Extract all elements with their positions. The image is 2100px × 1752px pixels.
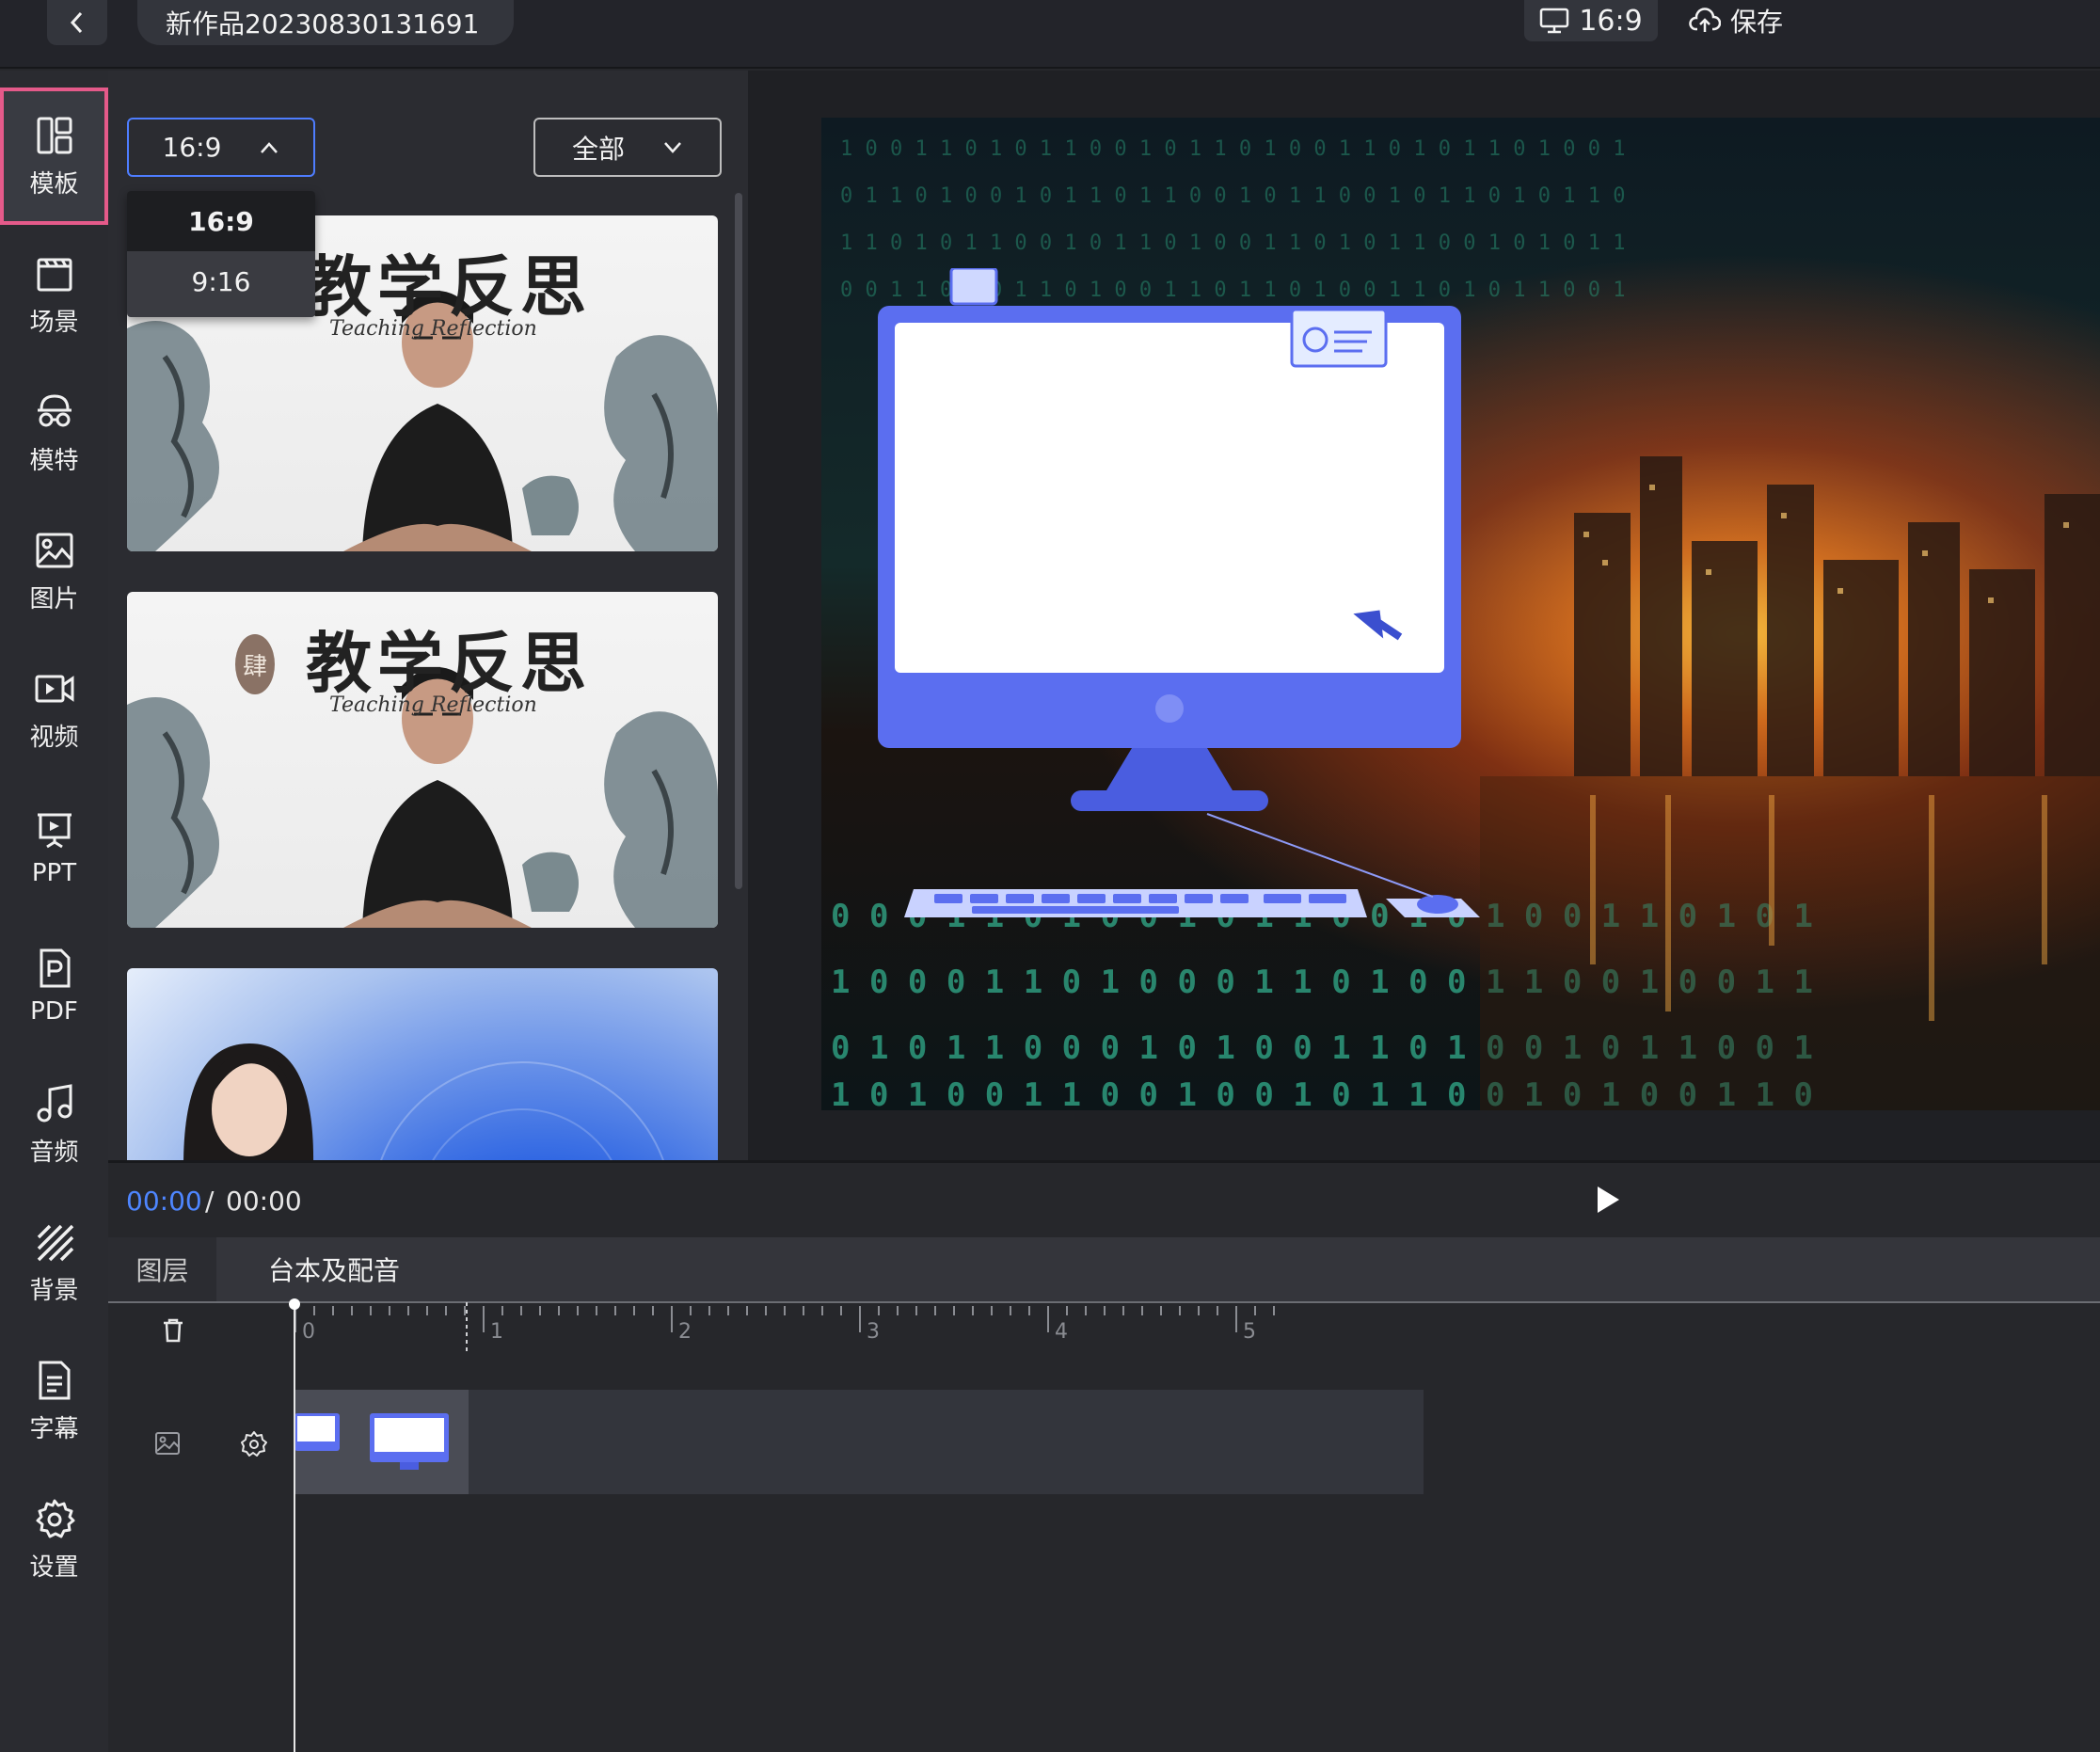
svg-text:1 1 0 1 0 1 1 0 0 1 0 1 1 0 1: 1 1 0 1 0 1 1 0 0 1 0 1 1 0 1 0 0 1 1 0 …	[840, 231, 1625, 255]
save-label: 保存	[1730, 7, 1784, 38]
chevron-down-icon	[664, 141, 681, 153]
sidebar-label: 模板	[29, 169, 79, 199]
chevron-up-icon	[261, 141, 278, 153]
timeline-ruler[interactable]: 0 1 2 3 4 5	[294, 1298, 1424, 1355]
template-seal: 肆	[235, 634, 275, 694]
ratio-select-value: 16:9	[162, 132, 222, 163]
sidebar-item-scene[interactable]: 场景	[0, 226, 108, 363]
image-icon	[155, 1432, 180, 1455]
clip-thumbnails	[294, 1413, 449, 1470]
layer-settings-button[interactable]	[239, 1428, 269, 1458]
sidebar-item-pdf[interactable]: PDF	[0, 917, 108, 1055]
sidebar-item-background[interactable]: 背景	[0, 1194, 108, 1331]
category-select[interactable]: 全部	[533, 118, 722, 177]
layer-type	[152, 1428, 183, 1458]
ruler-label: 3	[867, 1320, 880, 1344]
sidebar-label: 视频	[29, 723, 79, 752]
tab-script-voice[interactable]: 台本及配音	[240, 1237, 428, 1301]
tool-sidebar: 模板 场景 模特 图片 视频 PPT PDF 音频 背景 字幕 设置	[0, 71, 108, 1752]
clapper-icon	[37, 258, 72, 291]
pdf-icon	[40, 948, 70, 988]
timeline-body	[108, 1305, 2100, 1752]
settings-icon	[36, 1499, 74, 1537]
monitor-icon	[1540, 8, 1569, 34]
sidebar-label: 背景	[29, 1276, 79, 1305]
sidebar-label: PPT	[31, 859, 77, 887]
aspect-ratio-button[interactable]: 16:9	[1524, 0, 1658, 41]
image-icon	[36, 533, 72, 567]
play-icon[interactable]	[1594, 1184, 1622, 1216]
ruler-label: 2	[678, 1320, 692, 1344]
background-icon	[37, 1224, 73, 1261]
sidebar-item-model[interactable]: 模特	[0, 364, 108, 502]
template-subtitle: Teaching Reflection	[329, 317, 537, 341]
template-calligraphy-title: 教学反思	[306, 624, 592, 702]
playhead-handle[interactable]	[289, 1298, 300, 1310]
svg-text:1 0 0 1 1 0 1 0 1 1 0 0 1 0 1: 1 0 0 1 1 0 1 0 1 1 0 0 1 0 1 1 0 1 0 0 …	[840, 137, 1625, 161]
sidebar-label: PDF	[30, 997, 78, 1026]
cloud-upload-icon	[1689, 8, 1721, 32]
template-panel: 16:9 16:9 9:16 全部 教学反思 Teaching Reflecti…	[108, 71, 748, 1160]
music-icon	[37, 1083, 72, 1122]
avatar-icon	[37, 393, 72, 426]
ruler-label: 4	[1055, 1320, 1068, 1344]
layout-icon	[37, 117, 72, 153]
panel-scrollbar[interactable]	[735, 193, 742, 889]
top-bar: 新作品20230830131691 16:9 保存	[0, 0, 2100, 69]
sidebar-item-template[interactable]: 模板	[0, 88, 108, 225]
ratio-dropdown-menu: 16:9 9:16	[127, 191, 315, 317]
timeline-tabs: 图层 台本及配音	[108, 1237, 2100, 1303]
sidebar-item-audio[interactable]: 音频	[0, 1056, 108, 1193]
total-time: 00:00	[226, 1186, 302, 1217]
sidebar-item-image[interactable]: 图片	[0, 502, 108, 640]
svg-text:0 1 1 0 1 0 0 1 0 1 1 0 1 1 0: 0 1 1 0 1 0 0 1 0 1 1 0 1 1 0 0 1 0 1 1 …	[840, 184, 1625, 208]
project-title-text: 新作品20230830131691	[166, 8, 480, 40]
gear-icon	[241, 1431, 267, 1457]
category-select-value: 全部	[571, 133, 625, 165]
sidebar-label: 场景	[29, 308, 79, 337]
presentation-icon	[37, 813, 72, 849]
presenter-illustration	[183, 1043, 664, 1160]
sidebar-label: 模特	[29, 446, 79, 475]
ratio-option-9-16[interactable]: 9:16	[127, 251, 315, 311]
current-time: 00:00	[126, 1186, 202, 1217]
sidebar-label: 图片	[29, 584, 79, 613]
sidebar-label: 设置	[29, 1553, 79, 1582]
trash-icon	[164, 1318, 183, 1343]
template-subtitle: Teaching Reflection	[329, 693, 537, 717]
chevron-left-icon	[70, 11, 83, 34]
sidebar-item-video[interactable]: 视频	[0, 641, 108, 778]
track-clip[interactable]	[294, 1390, 469, 1494]
template-calligraphy-title: 教学反思	[306, 247, 592, 326]
sidebar-item-ppt[interactable]: PPT	[0, 779, 108, 916]
sidebar-item-subtitle[interactable]: 字幕	[0, 1332, 108, 1470]
preview-canvas[interactable]: 1 0 0 1 1 0 1 0 1 1 0 0 1 0 1 1 0 1 0 0 …	[821, 118, 2100, 1110]
save-button[interactable]: 保存	[1689, 0, 1783, 41]
ruler-label: 0	[302, 1320, 315, 1344]
video-icon	[35, 675, 73, 702]
sidebar-item-settings[interactable]: 设置	[0, 1471, 108, 1608]
project-title[interactable]: 新作品20230830131691	[137, 0, 514, 45]
sidebar-label: 字幕	[29, 1414, 79, 1443]
playhead[interactable]	[294, 1301, 295, 1752]
time-separator: /	[205, 1186, 215, 1217]
ruler-label: 5	[1243, 1320, 1256, 1344]
ratio-select[interactable]: 16:9	[127, 118, 315, 177]
ratio-option-16-9[interactable]: 16:9	[127, 191, 315, 251]
template-card[interactable]	[127, 968, 718, 1160]
transport-bar	[108, 1160, 2100, 1235]
sidebar-label: 音频	[29, 1138, 79, 1167]
template-card[interactable]: 肆 教学反思 Teaching Reflection	[127, 592, 718, 928]
back-button[interactable]	[47, 0, 107, 45]
aspect-ratio-label: 16:9	[1579, 4, 1643, 38]
computer-illustration	[878, 268, 1480, 917]
tab-layers[interactable]: 图层	[108, 1237, 216, 1301]
delete-button[interactable]	[158, 1315, 188, 1346]
subtitle-icon	[39, 1361, 70, 1399]
ruler-label: 1	[490, 1320, 503, 1344]
